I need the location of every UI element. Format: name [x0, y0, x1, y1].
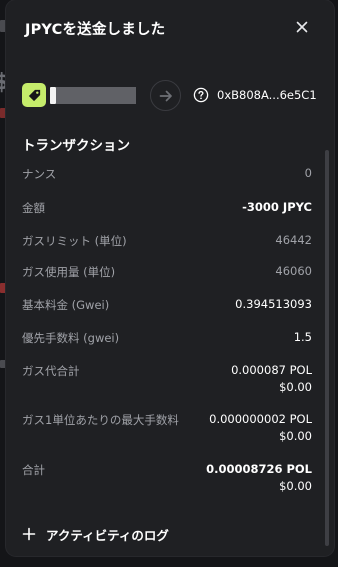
- arrow-right-icon: [159, 90, 172, 101]
- close-icon: [296, 21, 308, 33]
- row-value: 1.5: [293, 330, 312, 344]
- row-label: ガスリミット (単位): [22, 234, 127, 248]
- row-label: ガス代合計: [22, 364, 80, 378]
- plus-icon: [22, 527, 36, 541]
- row-label: ガス使用量 (単位): [22, 265, 116, 279]
- row-value: 0.00008726 POL: [206, 462, 312, 476]
- transfer-addresses: 0xB808A...6e5C1: [6, 78, 334, 114]
- row-value-fiat: $0.00: [279, 429, 312, 443]
- transaction-section-title: トランザクション: [22, 138, 130, 154]
- from-address-redacted: [50, 87, 136, 104]
- row-value: 0.000000002 POL: [209, 412, 312, 426]
- activity-log-toggle[interactable]: アクティビティのログ: [22, 523, 169, 545]
- row-value: 0.000087 POL: [231, 363, 312, 377]
- row-value-fiat: $0.00: [279, 479, 312, 493]
- modal-header: JPYCを送金しました: [6, 0, 334, 56]
- row-value-fiat: $0.00: [279, 380, 312, 394]
- row-value: -3000 JPYC: [242, 200, 312, 214]
- scrollbar[interactable]: [325, 150, 329, 546]
- row-value: 0.394513093: [235, 297, 312, 311]
- transfer-direction: [150, 80, 181, 111]
- row-value: 0: [304, 166, 312, 180]
- from-account-avatar: [22, 83, 46, 107]
- modal-title: JPYCを送金しました: [25, 22, 166, 38]
- row-label: 合計: [22, 463, 45, 477]
- to-address[interactable]: 0xB808A...6e5C1: [217, 88, 317, 102]
- row-label: 優先手数料 (gwei): [22, 331, 120, 345]
- row-value: 46442: [275, 233, 312, 247]
- close-button[interactable]: [292, 17, 312, 37]
- row-label: ナンス: [22, 167, 57, 181]
- activity-log-label: アクティビティのログ: [46, 527, 169, 543]
- help-circle-icon: [193, 87, 209, 103]
- row-label: 基本料金 (Gwei): [22, 298, 110, 312]
- tag-icon: [28, 89, 40, 101]
- row-label: 金額: [22, 201, 45, 215]
- row-value: 46060: [275, 264, 312, 278]
- transaction-modal: JPYCを送金しました 0xB808A...6e5C1 トランザクション ナンス…: [6, 0, 334, 556]
- row-label: ガス1単位あたりの最大手数料: [22, 413, 179, 427]
